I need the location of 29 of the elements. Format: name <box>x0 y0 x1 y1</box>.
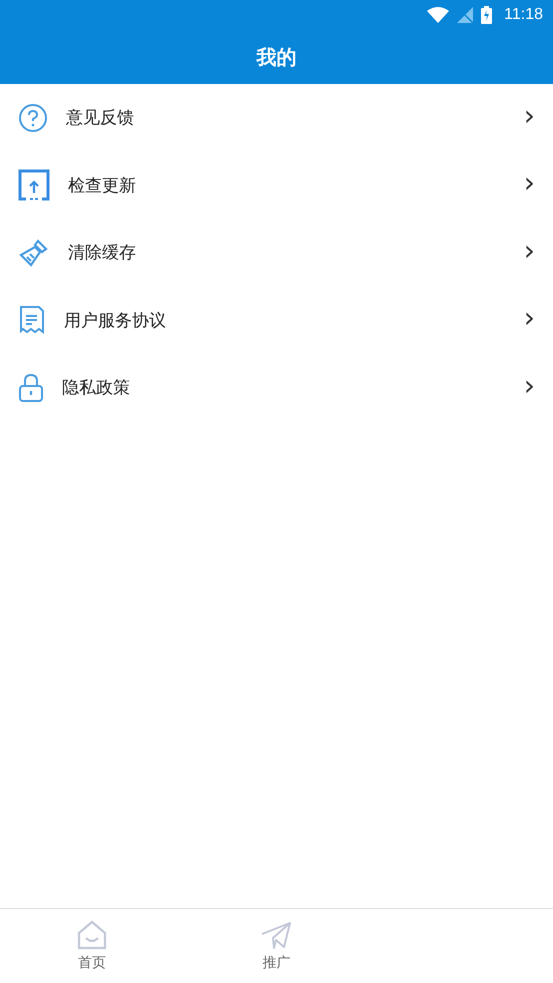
nav-tab[interactable]: 首页 <box>0 909 184 983</box>
chevron-icon: › <box>524 236 535 269</box>
battery-icon <box>481 6 492 24</box>
status-time: 11:18 <box>504 6 543 24</box>
question-icon <box>18 102 48 133</box>
paper-plane-icon <box>260 920 292 950</box>
menu-label: 检查更新 <box>68 174 137 197</box>
page-title: 我的 <box>256 44 296 70</box>
lock-icon <box>18 372 44 403</box>
menu-label: 清除缓存 <box>68 242 137 264</box>
document-icon <box>18 305 46 336</box>
chevron-icon: › <box>524 102 535 134</box>
menu-item[interactable]: 用户服务协议 › <box>0 286 553 354</box>
wifi-icon <box>427 7 450 23</box>
menu-item[interactable]: 清除缓存 › <box>0 219 553 286</box>
menu-item[interactable]: 检查更新 › <box>0 152 553 219</box>
nav-tab[interactable]: 推广 <box>184 909 369 983</box>
menu-label: 隐私政策 <box>62 377 131 400</box>
menu-item[interactable]: 隐私政策 › <box>0 354 553 422</box>
menu-label: 意见反馈 <box>66 107 135 130</box>
upload-icon <box>18 169 50 202</box>
chevron-icon: › <box>524 372 535 404</box>
home-icon <box>76 920 108 950</box>
menu-label: 用户服务协议 <box>64 310 167 332</box>
broom-icon <box>18 236 50 269</box>
chevron-icon: › <box>524 304 535 336</box>
chevron-icon: › <box>524 169 535 202</box>
no-signal-icon <box>457 7 474 23</box>
menu-item[interactable]: 意见反馈 › <box>0 84 553 152</box>
